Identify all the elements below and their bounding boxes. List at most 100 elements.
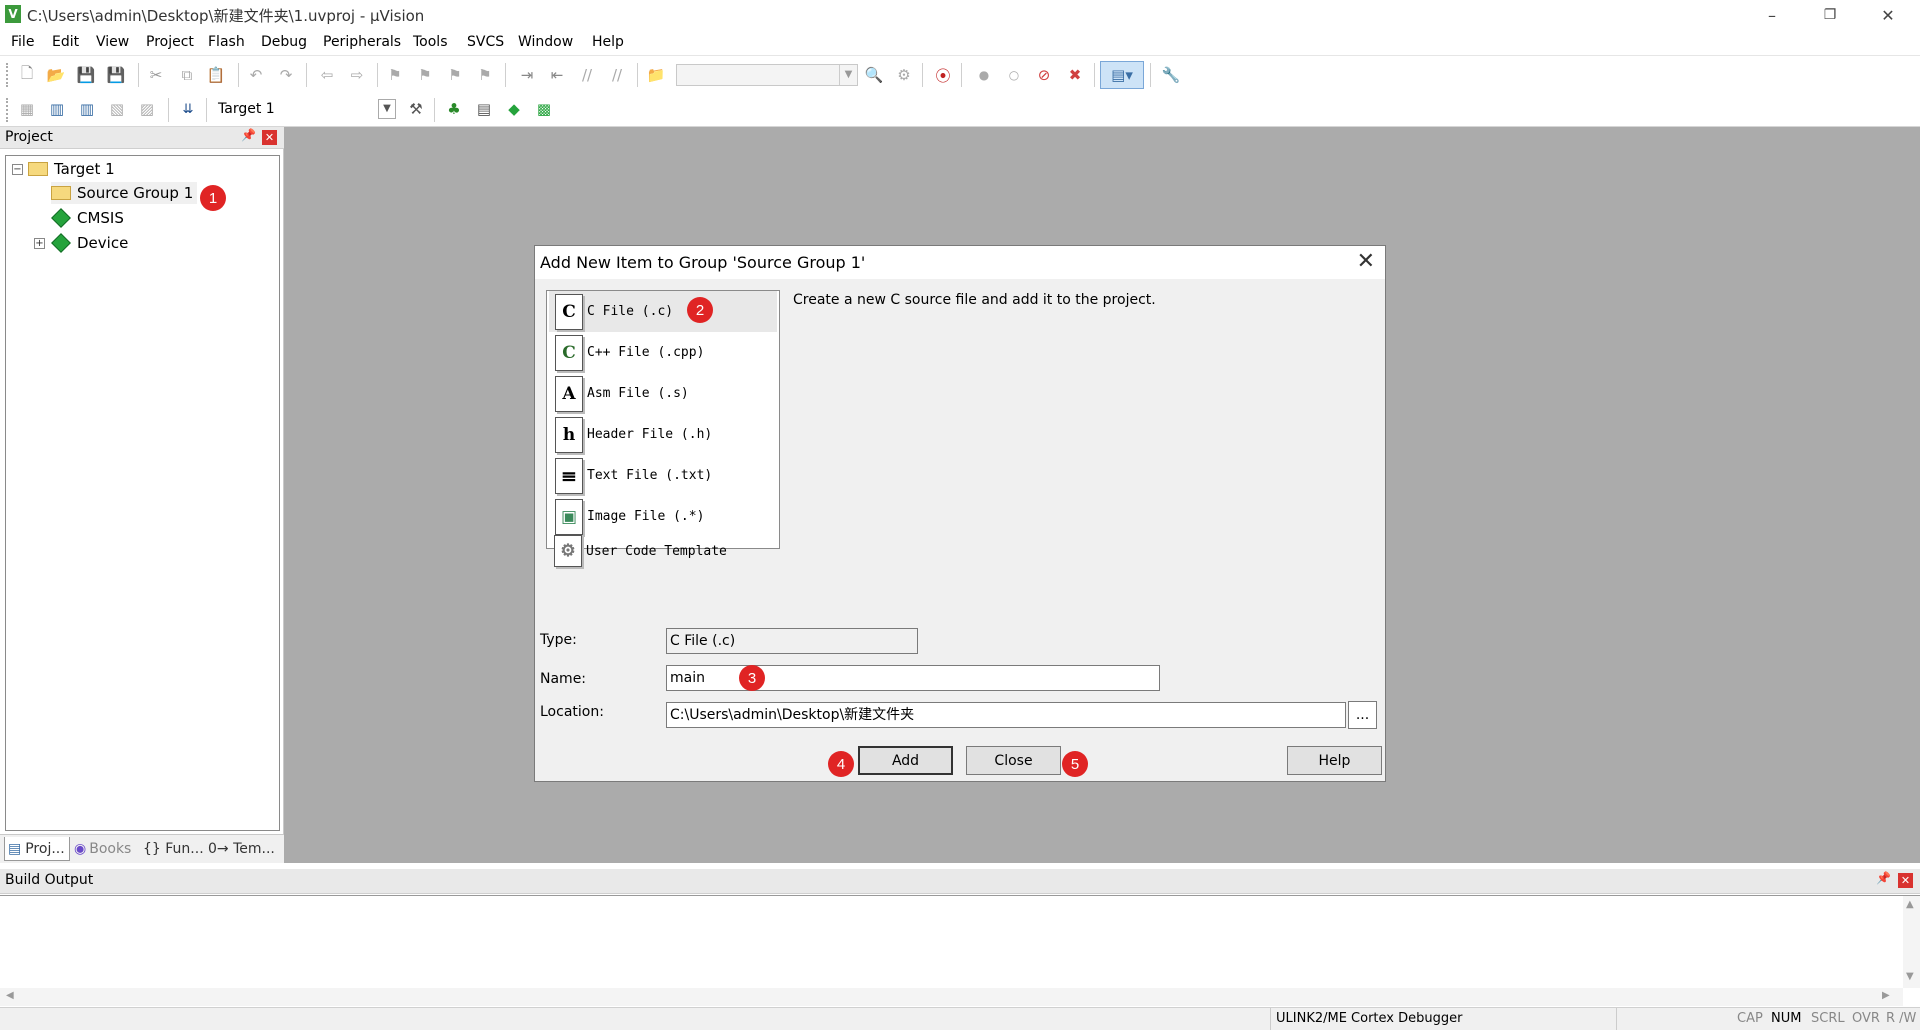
menu-window[interactable]: Window [518, 34, 573, 50]
tree-node-source-group-label: Source Group 1 [77, 184, 194, 202]
prev-bookmark-icon[interactable]: ⚑ [413, 63, 437, 87]
file-extensions-icon[interactable]: ▤ [472, 97, 496, 121]
scroll-left-icon[interactable]: ◀ [6, 990, 14, 1001]
close-window-button[interactable]: ✕ [1860, 0, 1916, 30]
redo-icon[interactable]: ↷ [274, 63, 298, 87]
menu-view[interactable]: View [96, 34, 129, 50]
chevron-down-icon[interactable]: ▼ [378, 99, 396, 119]
paste-icon[interactable]: 📋 [204, 63, 228, 87]
scroll-up-icon[interactable]: ▲ [1906, 899, 1914, 910]
cut-icon[interactable]: ✂ [144, 63, 168, 87]
find-icon[interactable]: 🔍 [862, 63, 886, 87]
menu-svcs[interactable]: SVCS [467, 34, 504, 50]
menu-file[interactable]: File [11, 34, 34, 50]
tab-project[interactable]: ▤ Proj... [4, 837, 70, 861]
chevron-down-icon[interactable]: ▼ [839, 65, 857, 85]
file-type-asm[interactable]: A Asm File (.s) [549, 373, 777, 414]
stop-build-icon[interactable]: ▨ [135, 97, 159, 121]
horizontal-scrollbar[interactable]: ◀ ▶ [0, 988, 1903, 1006]
menu-edit[interactable]: Edit [52, 34, 79, 50]
collapse-icon[interactable]: − [12, 164, 23, 175]
translate-icon[interactable]: ▦ [15, 97, 39, 121]
restore-button[interactable]: ❐ [1802, 0, 1858, 30]
menu-tools[interactable]: Tools [413, 34, 448, 50]
tab-books[interactable]: ◉ Books [74, 837, 131, 861]
pin-icon[interactable]: 📌 [241, 128, 256, 142]
batch-build-icon[interactable]: ▧ [105, 97, 129, 121]
manage-components-icon[interactable]: ♣ [442, 97, 466, 121]
rebuild-icon[interactable]: ▥ [75, 97, 99, 121]
close-panel-icon[interactable]: ✕ [262, 130, 277, 145]
tree-node-cmsis[interactable]: CMSIS [51, 207, 124, 229]
file-type-c[interactable]: C C File (.c) [549, 291, 777, 332]
comment-icon[interactable]: // [575, 63, 599, 87]
nav-forward-icon[interactable]: ⇨ [345, 63, 369, 87]
insert-breakpoint-icon[interactable]: ● [972, 63, 996, 87]
scroll-down-icon[interactable]: ▼ [1906, 971, 1914, 982]
file-type-header[interactable]: h Header File (.h) [549, 414, 777, 455]
menu-help[interactable]: Help [592, 34, 624, 50]
file-type-user-template[interactable]: ⚙ User Code Template [548, 532, 776, 570]
kill-breakpoints-icon[interactable]: ✖ [1063, 63, 1087, 87]
tree-node-source-group[interactable]: Source Group 1 [51, 182, 198, 204]
toolbar-build: ▦ ▥ ▥ ▧ ▨ ⇊ Target 1 ▼ ⚒ ♣ ▤ ◆ ▩ [0, 92, 1920, 127]
build-icon[interactable]: ▥ [45, 97, 69, 121]
build-output-area[interactable]: ▲ ▼ ◀ ▶ [0, 895, 1920, 1007]
dialog-close-icon[interactable]: ✕ [1357, 251, 1375, 273]
menu-flash[interactable]: Flash [208, 34, 245, 50]
save-icon[interactable]: 💾 [74, 63, 98, 87]
window-layout-icon[interactable]: ▤▾ [1100, 61, 1144, 89]
browse-button[interactable]: ... [1348, 701, 1377, 729]
disable-breakpoints-icon[interactable]: ⊘ [1032, 63, 1056, 87]
menu-debug[interactable]: Debug [261, 34, 307, 50]
configure-icon[interactable]: 🔧 [1159, 63, 1183, 87]
next-bookmark-icon[interactable]: ⚑ [443, 63, 467, 87]
help-button[interactable]: Help [1287, 746, 1382, 775]
toolbar-grip[interactable] [6, 98, 9, 122]
pack-installer-icon[interactable]: ▩ [532, 97, 556, 121]
manage-rte-icon[interactable]: ◆ [502, 97, 526, 121]
open-file-icon[interactable]: 📂 [44, 63, 68, 87]
pin-icon[interactable]: 📌 [1876, 871, 1891, 885]
unindent-icon[interactable]: ⇤ [545, 63, 569, 87]
enable-breakpoint-icon[interactable]: ○ [1002, 63, 1026, 87]
annotation-badge-5: 5 [1062, 751, 1088, 777]
indent-icon[interactable]: ⇥ [515, 63, 539, 87]
file-type-text[interactable]: ≡ Text File (.txt) [549, 455, 777, 496]
clear-bookmarks-icon[interactable]: ⚑ [473, 63, 497, 87]
find-combo[interactable]: ▼ [676, 64, 858, 86]
minimize-button[interactable]: – [1744, 0, 1800, 30]
incremental-find-icon[interactable]: ⚙ [892, 63, 916, 87]
dialog-title-bar: Add New Item to Group 'Source Group 1' ✕ [535, 246, 1385, 279]
find-in-files-icon[interactable]: 📁 [644, 63, 668, 87]
vertical-scrollbar[interactable]: ▲ ▼ [1903, 896, 1920, 988]
new-file-icon[interactable]: 🗋 [15, 63, 39, 87]
expand-icon[interactable]: + [34, 238, 45, 249]
download-icon[interactable]: ⇊ [176, 97, 200, 121]
menu-project[interactable]: Project [146, 34, 194, 50]
uncomment-icon[interactable]: // [605, 63, 629, 87]
menu-peripherals[interactable]: Peripherals [323, 34, 401, 50]
target-select[interactable]: Target 1 ▼ [212, 97, 398, 121]
tree-node-target[interactable]: Target 1 [28, 158, 115, 180]
file-type-cpp[interactable]: C C++ File (.cpp) [549, 332, 777, 373]
device-component-icon [51, 233, 71, 253]
undo-icon[interactable]: ↶ [244, 63, 268, 87]
target-options-icon[interactable]: ⚒ [404, 97, 428, 121]
toolbar-grip[interactable] [6, 63, 9, 87]
tab-functions[interactable]: {} Fun... [143, 837, 204, 861]
close-panel-icon[interactable]: ✕ [1898, 873, 1913, 888]
scroll-right-icon[interactable]: ▶ [1882, 990, 1890, 1001]
close-button[interactable]: Close [966, 746, 1061, 775]
save-all-icon[interactable]: 💾 [104, 63, 128, 87]
add-button[interactable]: Add [858, 746, 953, 775]
bookmark-icon[interactable]: ⚑ [383, 63, 407, 87]
copy-icon[interactable]: ⧉ [175, 63, 199, 87]
debug-session-icon[interactable]: ⦿ [931, 63, 955, 87]
status-bar: ULINK2/ME Cortex Debugger CAP NUM SCRL O… [0, 1007, 1920, 1030]
location-input[interactable]: C:\Users\admin\Desktop\新建文件夹 [666, 702, 1346, 728]
file-type-image[interactable]: ▣ Image File (.*) [549, 496, 777, 537]
tree-node-device[interactable]: Device [51, 232, 128, 254]
tab-templates[interactable]: 0→ Tem... [208, 837, 275, 861]
nav-back-icon[interactable]: ⇦ [315, 63, 339, 87]
